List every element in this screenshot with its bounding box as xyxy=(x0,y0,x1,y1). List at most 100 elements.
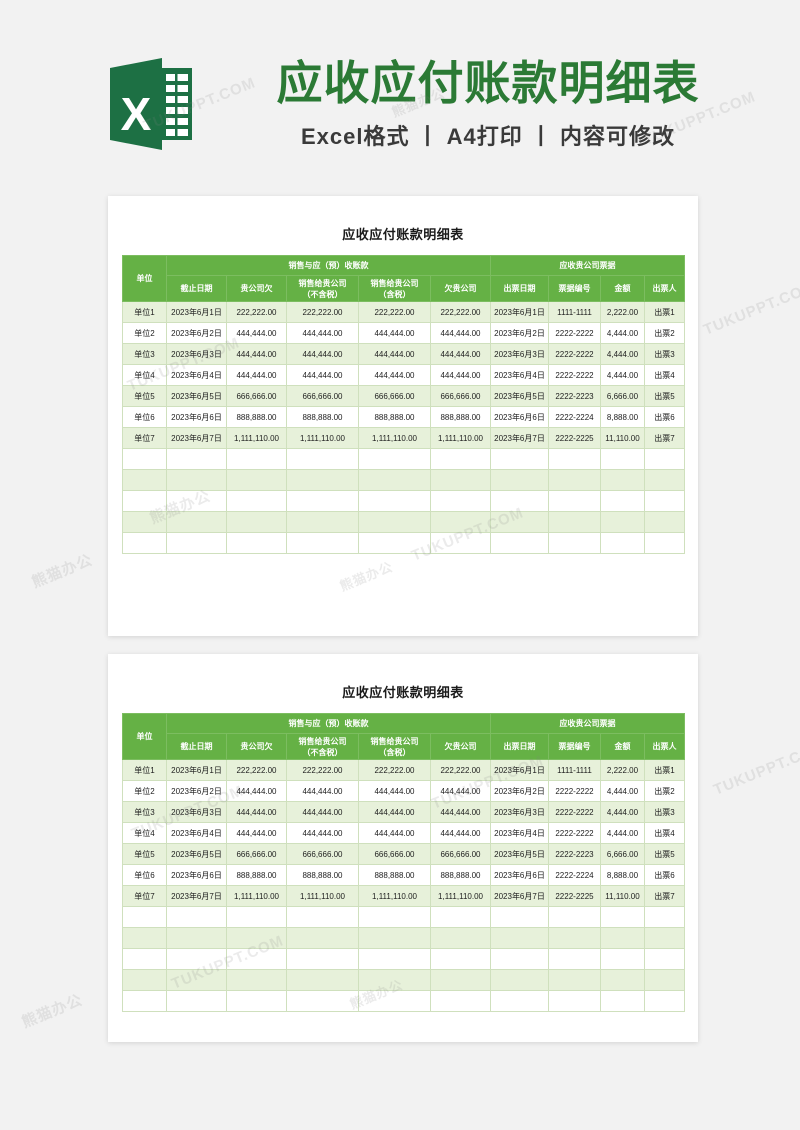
cell-sale-tax[interactable]: 444,444.00 xyxy=(358,780,431,802)
cell-sale-no-tax[interactable] xyxy=(286,448,359,470)
cell-amount[interactable] xyxy=(600,511,645,533)
cell-issue-date[interactable] xyxy=(490,927,549,949)
cell-note-no[interactable] xyxy=(548,990,601,1012)
cell-you-owe[interactable]: 444,444.00 xyxy=(226,322,287,344)
cell-drawer[interactable] xyxy=(644,927,685,949)
cell-sale-tax[interactable]: 222,222.00 xyxy=(358,759,431,781)
cell-sale-tax[interactable]: 444,444.00 xyxy=(358,343,431,365)
cell-unit[interactable]: 单位3 xyxy=(122,801,167,823)
cell-owe-you[interactable] xyxy=(430,532,491,554)
cell-issue-date[interactable]: 2023年6月5日 xyxy=(490,843,549,865)
cell-note-no[interactable]: 1111-1111 xyxy=(548,301,601,323)
cell-note-no[interactable] xyxy=(548,948,601,970)
cell-sale-no-tax[interactable] xyxy=(286,948,359,970)
cell-sale-tax[interactable] xyxy=(358,532,431,554)
cell-you-owe[interactable]: 444,444.00 xyxy=(226,780,287,802)
cell-sale-no-tax[interactable]: 222,222.00 xyxy=(286,301,359,323)
cell-drawer[interactable] xyxy=(644,948,685,970)
cell-issue-date[interactable] xyxy=(490,990,549,1012)
cell-you-owe[interactable]: 888,888.00 xyxy=(226,406,287,428)
cell-drawer[interactable]: 出票4 xyxy=(644,822,685,844)
cell-note-no[interactable] xyxy=(548,511,601,533)
table-row-empty[interactable] xyxy=(122,927,685,949)
cell-sale-tax[interactable]: 444,444.00 xyxy=(358,822,431,844)
cell-sale-tax[interactable]: 666,666.00 xyxy=(358,843,431,865)
cell-note-no[interactable]: 2222-2222 xyxy=(548,780,601,802)
cell-you-owe[interactable] xyxy=(226,990,287,1012)
cell-sale-tax[interactable]: 444,444.00 xyxy=(358,801,431,823)
cell-deadline[interactable] xyxy=(166,969,227,991)
cell-owe-you[interactable]: 666,666.00 xyxy=(430,385,491,407)
cell-note-no[interactable]: 2222-2222 xyxy=(548,822,601,844)
cell-issue-date[interactable] xyxy=(490,532,549,554)
cell-owe-you[interactable]: 444,444.00 xyxy=(430,322,491,344)
cell-you-owe[interactable] xyxy=(226,511,287,533)
cell-drawer[interactable]: 出票7 xyxy=(644,427,685,449)
cell-deadline[interactable] xyxy=(166,511,227,533)
cell-owe-you[interactable]: 444,444.00 xyxy=(430,822,491,844)
cell-unit[interactable]: 单位7 xyxy=(122,885,167,907)
cell-issue-date[interactable] xyxy=(490,448,549,470)
cell-drawer[interactable]: 出票3 xyxy=(644,343,685,365)
cell-sale-tax[interactable]: 1,111,110.00 xyxy=(358,885,431,907)
cell-unit[interactable]: 单位5 xyxy=(122,843,167,865)
cell-unit[interactable]: 单位7 xyxy=(122,427,167,449)
table-row[interactable]: 单位7 2023年6月7日 1,111,110.00 1,111,110.00 1,11… xyxy=(122,427,685,449)
cell-unit[interactable]: 单位6 xyxy=(122,864,167,886)
cell-you-owe[interactable]: 888,888.00 xyxy=(226,864,287,886)
table-row[interactable]: 单位2 2023年6月2日 444,444.00 444,444.00 444,444.… xyxy=(122,780,685,802)
table-row[interactable]: 单位5 2023年6月5日 666,666.00 666,666.00 666,666.… xyxy=(122,385,685,407)
cell-sale-no-tax[interactable]: 666,666.00 xyxy=(286,385,359,407)
cell-note-no[interactable] xyxy=(548,532,601,554)
cell-note-no[interactable]: 1111-1111 xyxy=(548,759,601,781)
cell-drawer[interactable] xyxy=(644,969,685,991)
cell-issue-date[interactable]: 2023年6月3日 xyxy=(490,343,549,365)
cell-sale-no-tax[interactable]: 444,444.00 xyxy=(286,364,359,386)
cell-sale-no-tax[interactable]: 888,888.00 xyxy=(286,406,359,428)
cell-note-no[interactable]: 2222-2223 xyxy=(548,843,601,865)
cell-sale-tax[interactable] xyxy=(358,969,431,991)
cell-note-no[interactable]: 2222-2222 xyxy=(548,364,601,386)
cell-owe-you[interactable] xyxy=(430,906,491,928)
cell-you-owe[interactable]: 222,222.00 xyxy=(226,301,287,323)
cell-note-no[interactable]: 2222-2225 xyxy=(548,427,601,449)
cell-note-no[interactable]: 2222-2223 xyxy=(548,385,601,407)
cell-note-no[interactable]: 2222-2224 xyxy=(548,864,601,886)
cell-issue-date[interactable]: 2023年6月6日 xyxy=(490,864,549,886)
cell-you-owe[interactable]: 666,666.00 xyxy=(226,843,287,865)
cell-note-no[interactable]: 2222-2222 xyxy=(548,801,601,823)
cell-sale-tax[interactable]: 1,111,110.00 xyxy=(358,427,431,449)
cell-unit[interactable]: 单位2 xyxy=(122,780,167,802)
cell-drawer[interactable]: 出票2 xyxy=(644,780,685,802)
table-row[interactable]: 单位3 2023年6月3日 444,444.00 444,444.00 444,444.… xyxy=(122,343,685,365)
cell-unit[interactable] xyxy=(122,948,167,970)
cell-sale-no-tax[interactable] xyxy=(286,990,359,1012)
cell-unit[interactable] xyxy=(122,969,167,991)
cell-amount[interactable] xyxy=(600,490,645,512)
cell-you-owe[interactable] xyxy=(226,490,287,512)
cell-sale-tax[interactable] xyxy=(358,511,431,533)
cell-you-owe[interactable]: 1,111,110.00 xyxy=(226,885,287,907)
cell-owe-you[interactable]: 1,111,110.00 xyxy=(430,427,491,449)
cell-issue-date[interactable]: 2023年6月1日 xyxy=(490,301,549,323)
cell-deadline[interactable] xyxy=(166,490,227,512)
cell-issue-date[interactable]: 2023年6月4日 xyxy=(490,364,549,386)
cell-deadline[interactable]: 2023年6月4日 xyxy=(166,364,227,386)
cell-drawer[interactable]: 出票1 xyxy=(644,759,685,781)
cell-unit[interactable]: 单位5 xyxy=(122,385,167,407)
cell-deadline[interactable]: 2023年6月6日 xyxy=(166,406,227,428)
cell-sale-no-tax[interactable] xyxy=(286,490,359,512)
cell-drawer[interactable] xyxy=(644,469,685,491)
table-row-empty[interactable] xyxy=(122,969,685,991)
table-row[interactable]: 单位2 2023年6月2日 444,444.00 444,444.00 444,444.… xyxy=(122,322,685,344)
cell-owe-you[interactable]: 888,888.00 xyxy=(430,406,491,428)
table-row-empty[interactable] xyxy=(122,948,685,970)
cell-sale-tax[interactable] xyxy=(358,948,431,970)
cell-owe-you[interactable] xyxy=(430,448,491,470)
cell-you-owe[interactable]: 444,444.00 xyxy=(226,801,287,823)
cell-owe-you[interactable]: 222,222.00 xyxy=(430,301,491,323)
cell-note-no[interactable]: 2222-2224 xyxy=(548,406,601,428)
cell-amount[interactable] xyxy=(600,448,645,470)
cell-owe-you[interactable] xyxy=(430,511,491,533)
cell-deadline[interactable] xyxy=(166,469,227,491)
